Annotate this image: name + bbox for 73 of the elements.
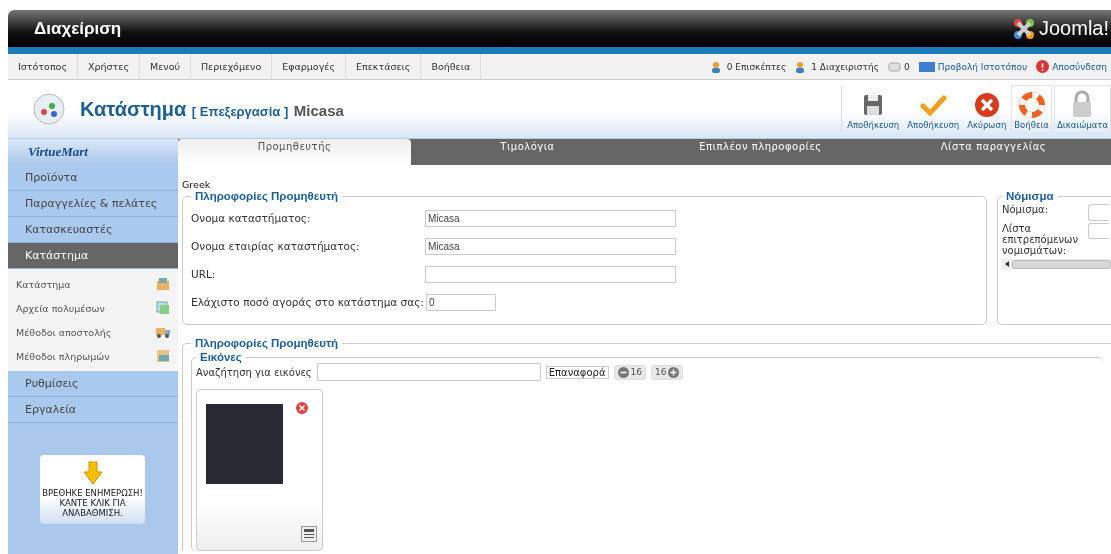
toolbar-button[interactable]: Αποθήκευση bbox=[904, 85, 963, 133]
toolbar-button[interactable]: Ακύρωση bbox=[964, 85, 1010, 133]
section-heading: Νόμισμα bbox=[1005, 190, 1055, 202]
select-field[interactable] bbox=[1088, 223, 1109, 239]
select-field[interactable] bbox=[1088, 204, 1109, 221]
status-item[interactable]: 0 bbox=[888, 60, 910, 73]
next-page-button[interactable]: 16 bbox=[650, 364, 684, 380]
section-heading: Εικόνες bbox=[199, 351, 243, 363]
media-files-icon bbox=[156, 301, 170, 315]
truck-icon bbox=[156, 325, 170, 339]
field-label: URL: bbox=[191, 268, 217, 280]
text-field[interactable]: 0 bbox=[425, 293, 496, 311]
status-item[interactable]: Αποσύνδεση bbox=[1036, 60, 1107, 73]
status-item[interactable]: Προβολή Ιστοτόπου bbox=[918, 61, 1028, 72]
language-label: Greek bbox=[182, 179, 212, 190]
padlock-icon bbox=[1071, 90, 1094, 118]
tab[interactable]: Λίστα παραγγελίας bbox=[877, 139, 1110, 165]
logout-icon bbox=[1036, 60, 1050, 73]
field-label: Λίστα επιτρεπόμενων νομισμάτων: bbox=[1002, 223, 1080, 256]
lifebuoy-icon bbox=[1018, 92, 1045, 118]
sidebar-section[interactable]: Κατάστημα bbox=[8, 243, 178, 269]
virtuemart-logo: VirtueMart bbox=[8, 139, 178, 165]
minus-icon bbox=[617, 366, 629, 378]
tab[interactable]: Τιμολόγια bbox=[411, 139, 644, 165]
field-label: Ονομα εταιρίας καταστήματος: bbox=[191, 240, 361, 252]
payment-icon bbox=[156, 349, 170, 363]
tab[interactable]: Επιπλέον πληροφορίες bbox=[644, 139, 877, 165]
menu-item[interactable]: Βοήθεια bbox=[421, 54, 482, 79]
menu-item[interactable]: Μενού bbox=[140, 54, 191, 79]
toolbar-button[interactable]: Αποθήκευση bbox=[844, 85, 903, 133]
field-label: Ελάχιστο ποσό αγοράς στο κατάστημα σας: bbox=[191, 296, 424, 308]
search-field[interactable] bbox=[316, 363, 541, 381]
menu-item[interactable]: Επεκτάσεις bbox=[346, 54, 422, 79]
joomla-logo-icon bbox=[1011, 16, 1036, 41]
sidebar-item[interactable]: Μέθοδοι πληρωμών bbox=[8, 344, 178, 368]
horizontal-scrollbar[interactable] bbox=[1002, 259, 1111, 269]
menu-item[interactable]: Εφαρμογές bbox=[272, 54, 346, 79]
section-heading: Πληροφορίες Προμηθευτή bbox=[194, 337, 340, 349]
field-label: Ονομα καταστήματος: bbox=[191, 212, 312, 224]
previous-page-button[interactable]: 16 bbox=[613, 364, 646, 380]
menu-item[interactable]: Περιεχόμενο bbox=[190, 54, 273, 79]
message-icon bbox=[888, 60, 901, 73]
monitor-icon bbox=[918, 61, 935, 72]
delete-icon[interactable] bbox=[296, 402, 308, 414]
store-globe-icon bbox=[32, 92, 66, 126]
cancel-icon bbox=[973, 92, 1000, 118]
text-field[interactable]: Micasa bbox=[425, 209, 676, 227]
sidebar-item[interactable]: Μέθοδοι αποστολής bbox=[8, 320, 178, 344]
text-field[interactable] bbox=[425, 265, 676, 283]
tab[interactable]: Προμηθευτής bbox=[178, 139, 411, 165]
store-icon bbox=[156, 277, 170, 291]
field-label: Αναζήτηση για εικόνες bbox=[196, 366, 312, 378]
text-field[interactable]: Micasa bbox=[425, 237, 676, 255]
toolbar-button[interactable]: Δικαιώματα bbox=[1053, 85, 1111, 133]
page-title: Κατάστημα [ Επεξεργασία ] Micasa bbox=[80, 97, 344, 121]
scroll-left-icon[interactable] bbox=[1003, 260, 1011, 268]
plus-icon bbox=[668, 366, 680, 378]
document-icon[interactable] bbox=[301, 526, 317, 542]
joomla-logo: Joomla! bbox=[1011, 16, 1109, 41]
menu-item[interactable]: Ιστότοπος bbox=[8, 54, 78, 79]
reset-button[interactable]: Επαναφορά bbox=[545, 365, 609, 379]
status-item[interactable]: 1 Διαχειριστής bbox=[795, 60, 879, 73]
menu-item[interactable]: Χρήστες bbox=[78, 54, 140, 79]
sidebar-item[interactable]: Αρχεία πολυμέσων bbox=[8, 296, 178, 320]
field-label: Νόμισμα: bbox=[1002, 204, 1049, 215]
toolbar-button[interactable]: Βοήθεια bbox=[1011, 85, 1052, 133]
sidebar-item[interactable]: Κατάστημα bbox=[8, 272, 178, 296]
checkmark-icon bbox=[919, 92, 948, 118]
update-notice[interactable]: ΒΡΕΘΗΚΕ ΕΝΗΜΕΡΩΣΗ! ΚΑΝΤΕ ΚΛΙΚ ΓΙΑ ΑΝΑΒΑΘΜΙΣΗ. bbox=[40, 455, 145, 524]
header-title: Διαχείριση bbox=[34, 18, 122, 39]
section-heading: Πληροφορίες Προμηθευτή bbox=[194, 190, 340, 202]
download-arrow-icon bbox=[82, 461, 103, 485]
status-item[interactable]: 0 Επισκέπτες bbox=[710, 60, 787, 73]
